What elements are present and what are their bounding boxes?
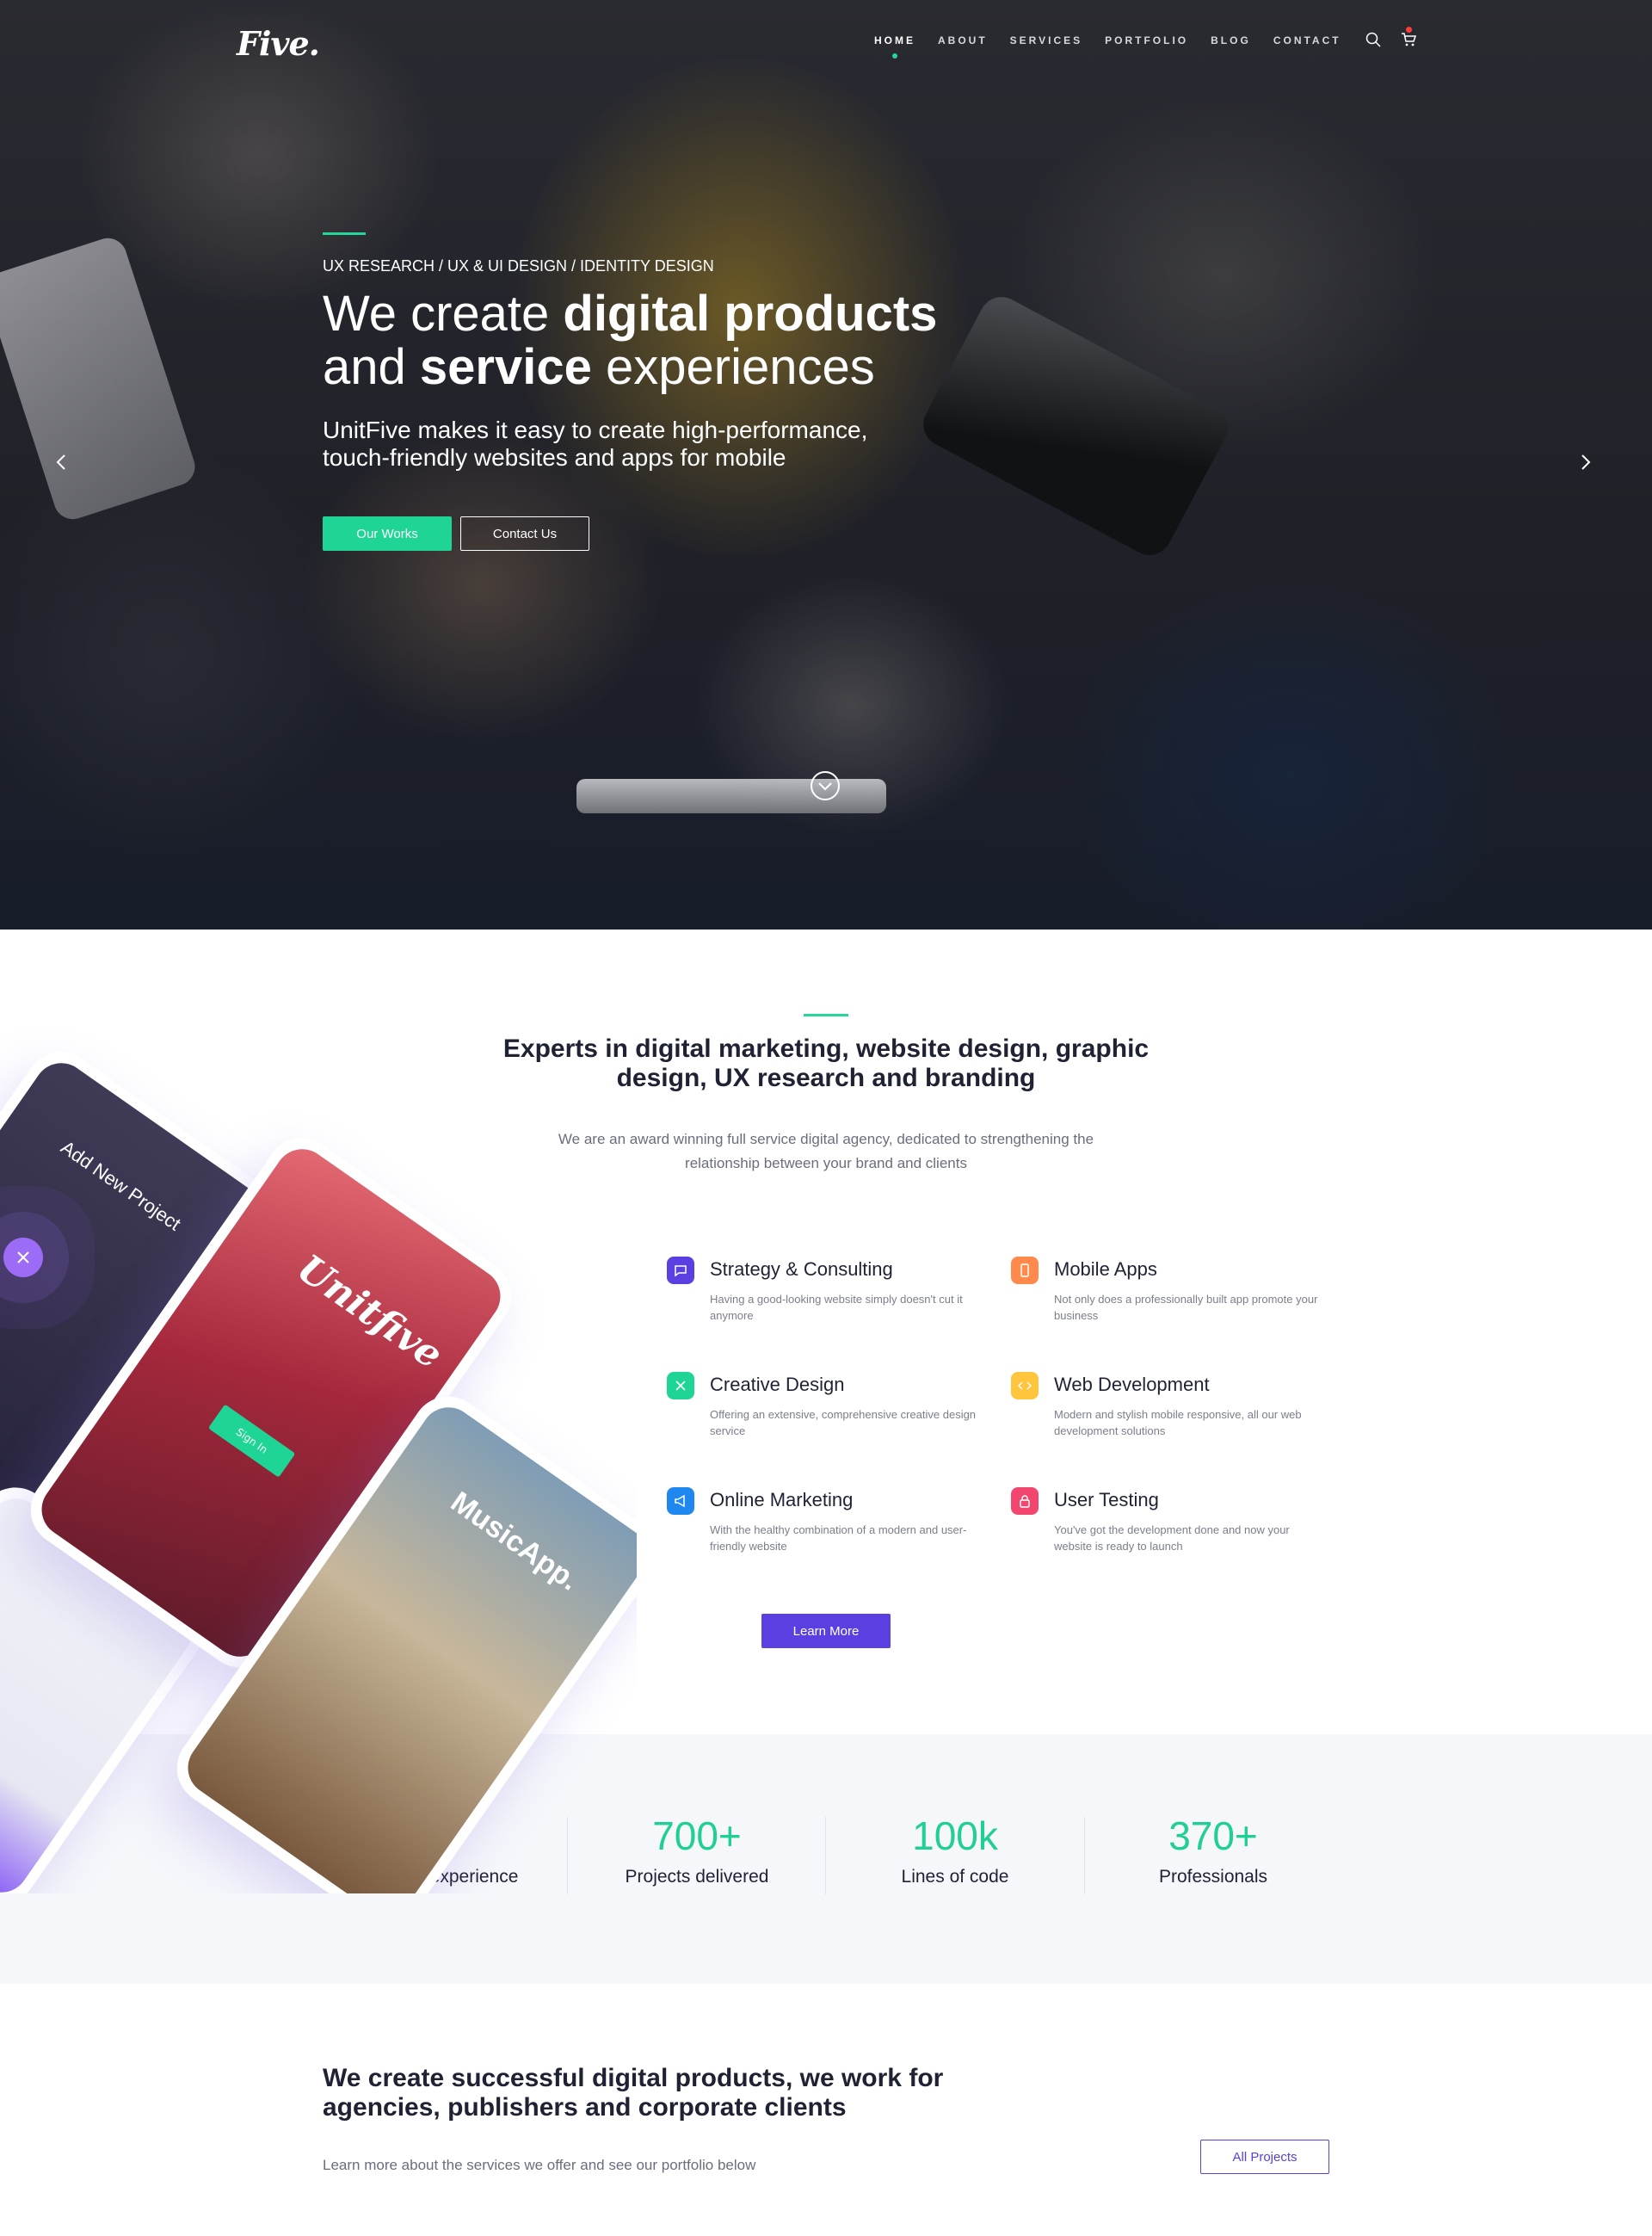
service-title: Strategy & Consulting [710,1258,893,1280]
portfolio-title-line: We create successful digital products, w… [323,2064,944,2092]
hero-title: We create digital products and service e… [323,287,1011,394]
nav-link-about[interactable]: ABOUT [938,34,988,46]
stat-label: Lines of code [901,1867,1009,1887]
cart-badge [1406,27,1412,33]
nav-link-portfolio[interactable]: PORTFOLIO [1105,34,1188,46]
service-title: Web Development [1054,1374,1210,1395]
site-logo[interactable]: Five. [237,24,320,63]
service-title: Creative Design [710,1374,845,1395]
nav-link-contact[interactable]: CONTACT [1273,34,1341,46]
megaphone-icon [667,1487,694,1515]
all-projects-button[interactable]: All Projects [1200,2140,1329,2174]
stat-label: Professionals [1158,1867,1268,1887]
mockup-screen-title: Add New Project [57,1136,185,1235]
about-title-line: design, UX research and branding [616,1064,1036,1092]
service-title: Mobile Apps [1054,1258,1157,1280]
hero-eyebrow: UX RESEARCH / UX & UI DESIGN / IDENTITY … [323,257,714,275]
mockup-screen-title: Unitfive [289,1246,451,1378]
hero-accent-rule [323,232,366,235]
service-text: You've got the development done and now … [1054,1523,1290,1553]
service-text: Having a good-looking website simply doe… [710,1293,963,1322]
chevron-right-icon[interactable] [1580,453,1597,473]
mockup-sign-in-button: Sign In [207,1404,296,1478]
stat-value: 370+ [1168,1813,1258,1858]
portfolio-title-line: agencies, publishers and corporate clien… [323,2093,847,2122]
learn-more-button[interactable]: Learn More [761,1614,891,1648]
hero-background-phone-left [0,233,200,524]
service-title: Online Marketing [710,1489,854,1510]
hero-subtitle: UnitFive makes it easy to create high-pe… [323,417,1011,472]
code-icon [1011,1372,1039,1399]
chat-icon [667,1257,694,1284]
service-text: With the healthy combination of a modern… [710,1523,967,1553]
stat-professionals: 370+ Professionals [1084,1813,1342,1887]
search-icon[interactable] [1365,32,1384,51]
stat-lines: 100k Lines of code [826,1813,1084,1887]
nav-link-home[interactable]: HOME [874,34,915,59]
about-desc-line: relationship between your brand and clie… [685,1155,967,1171]
scroll-down-icon[interactable] [810,770,841,801]
mobile-icon [1011,1257,1039,1284]
hero-subtitle-line: UnitFive makes it easy to create high-pe… [323,417,868,443]
portfolio-description: Learn more about the services we offer a… [323,2157,756,2173]
mockup-screen-title: MusicApp. [444,1485,585,1597]
top-navigation: Five. HOME ABOUT SERVICES PORTFOLIO BLOG… [0,0,1652,86]
stat-value: 100k [912,1813,998,1858]
about-accent-rule [804,1014,848,1016]
hero-title-part: We create [323,286,564,342]
service-text: Not only does a professionally built app… [1054,1293,1318,1322]
hero-title-bold: service [419,339,592,395]
nav-link-services[interactable]: SERVICES [1010,34,1082,46]
hero-title-part: experiences [591,339,875,395]
portfolio-title: We create successful digital products, w… [323,2064,1097,2122]
service-text: Modern and stylish mobile responsive, al… [1054,1408,1302,1437]
hero-subtitle-line: touch-friendly websites and apps for mob… [323,444,786,471]
close-fab-button[interactable] [3,1238,43,1277]
service-title: User Testing [1054,1489,1159,1510]
design-tools-icon [667,1372,694,1399]
our-works-button[interactable]: Our Works [323,516,452,551]
hero-section: Five. HOME ABOUT SERVICES PORTFOLIO BLOG… [0,0,1652,930]
hero-buttons: Our Works Contact Us [323,516,1011,551]
lock-icon [1011,1487,1039,1515]
app-mockups: Add New Project Unitfive Sign In MusicAp… [0,1016,637,1893]
hero-content: UX RESEARCH / UX & UI DESIGN / IDENTITY … [323,232,1011,551]
nav-links: HOME ABOUT SERVICES PORTFOLIO BLOG CONTA… [874,34,1341,59]
nav-link-blog[interactable]: BLOG [1211,34,1251,46]
about-desc-line: We are an award winning full service dig… [558,1131,1094,1147]
contact-us-button[interactable]: Contact Us [460,516,589,551]
chevron-left-icon[interactable] [55,453,72,473]
hero-title-bold: digital products [563,286,938,342]
service-text: Offering an extensive, comprehensive cre… [710,1408,977,1437]
cart-icon[interactable] [1401,32,1420,51]
hero-title-part: and [323,339,420,395]
